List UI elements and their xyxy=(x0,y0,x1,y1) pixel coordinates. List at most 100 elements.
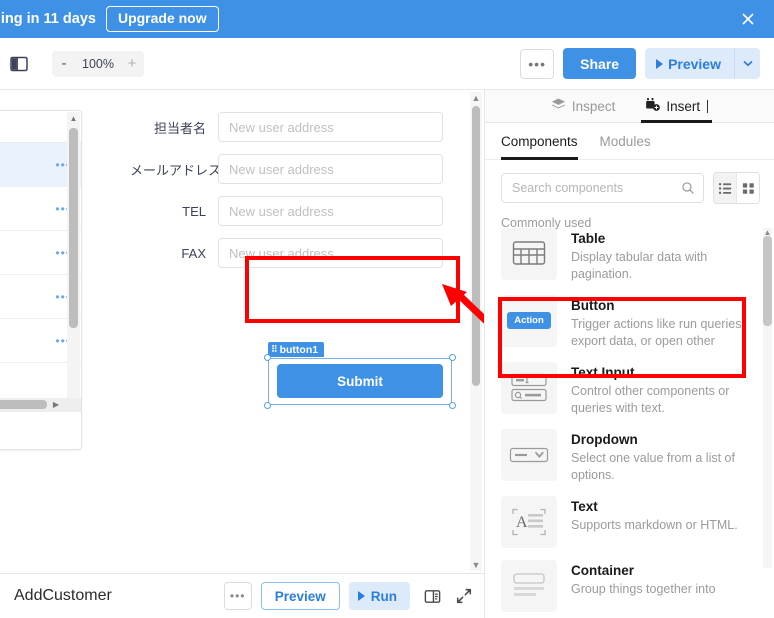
field-label: メールアドレス xyxy=(130,162,222,178)
scrollbar-thumb[interactable] xyxy=(0,400,47,409)
preview-button-label: Preview xyxy=(668,55,721,72)
fax-input[interactable] xyxy=(218,238,443,268)
search-components-box[interactable] xyxy=(501,173,704,203)
component-description: Control other components or queries with… xyxy=(571,384,730,416)
search-input[interactable] xyxy=(502,181,681,195)
subtab-components[interactable]: Components xyxy=(501,123,578,160)
subtab-modules[interactable]: Modules xyxy=(600,123,651,160)
form-field-row: FAX xyxy=(130,238,443,268)
run-button[interactable]: Run xyxy=(348,582,410,610)
query-name-label: AddCustomer xyxy=(14,587,112,604)
scrollbar-thumb[interactable] xyxy=(763,236,772,326)
component-text: Table Display tabular data with paginati… xyxy=(571,228,756,283)
submit-button[interactable]: Submit xyxy=(277,364,443,398)
form-field-row: メールアドレス xyxy=(130,154,443,184)
action-button-icon: Action xyxy=(501,294,557,347)
app-root: ding in 11 days Upgrade now - 100% + •••… xyxy=(0,0,774,618)
left-panel-toggle-icon[interactable] xyxy=(8,53,30,75)
chevron-down-icon[interactable] xyxy=(734,48,760,79)
zoom-in-button[interactable]: + xyxy=(119,50,144,77)
play-icon xyxy=(357,591,365,601)
widget-name-label: button1 xyxy=(279,343,319,356)
component-description: Select one value from a list of options. xyxy=(571,451,735,482)
component-name: Text Input xyxy=(571,364,635,380)
text-input-icon xyxy=(501,361,557,414)
widget-name-tag[interactable]: ⠿ button1 xyxy=(268,342,325,357)
preview-button[interactable]: Preview xyxy=(645,48,734,79)
scroll-up-icon[interactable]: ▲ xyxy=(67,112,80,126)
preview-button-group: Preview xyxy=(645,48,760,79)
field-label: FAX xyxy=(181,245,206,261)
list-view-icon[interactable] xyxy=(714,173,737,203)
bottom-preview-button[interactable]: Preview xyxy=(260,582,340,610)
container-icon xyxy=(501,559,557,612)
resize-handle-bottom-left[interactable] xyxy=(264,402,271,409)
resize-handle-bottom-right[interactable] xyxy=(449,402,456,409)
bottom-bar-actions: ••• Preview Run xyxy=(223,582,474,610)
tab-insert-label: Insert xyxy=(666,98,701,114)
scrollbar-thumb[interactable] xyxy=(69,128,78,328)
field-label: 担当者名 xyxy=(153,120,206,136)
dropdown-icon xyxy=(501,428,557,481)
share-button[interactable]: Share xyxy=(563,48,637,79)
canvas-vertical-scrollbar[interactable]: ▲ ▼ xyxy=(470,92,482,571)
selected-button-widget[interactable]: ⠿ button1 Submit xyxy=(264,342,456,409)
tel-input[interactable] xyxy=(218,196,443,226)
table-widget[interactable]: 日時 22, 20 ••• 19, 20 ••• 19, 20 ••• 19, … xyxy=(0,110,82,450)
table-footer-toolbar xyxy=(0,411,81,449)
right-panel: Inspect Insert Components Modules Search… xyxy=(484,90,774,618)
panel-tabs: Inspect Insert xyxy=(485,90,774,123)
bottom-more-options-button[interactable]: ••• xyxy=(223,582,252,610)
scrollbar-thumb[interactable] xyxy=(472,106,480,386)
component-item-text[interactable]: A Text Supports markdown or HTML. xyxy=(485,490,774,554)
component-text: Button Trigger actions like run queries,… xyxy=(571,295,756,350)
component-name: Table xyxy=(571,231,606,246)
view-mode-toggle xyxy=(713,172,760,204)
component-name: Button xyxy=(571,297,615,313)
customer-form: 担当者名 メールアドレス TEL FAX xyxy=(130,112,443,280)
resize-handle-top-right[interactable] xyxy=(449,354,456,361)
scroll-up-icon[interactable]: ▲ xyxy=(470,92,482,104)
resize-handle-top-left[interactable] xyxy=(264,354,271,361)
scroll-right-icon[interactable]: ▶ xyxy=(49,400,63,409)
table-icon xyxy=(501,228,557,280)
email-input[interactable] xyxy=(218,154,443,184)
panel-subtabs: Components Modules xyxy=(485,123,774,160)
banner-text: ding in 11 days xyxy=(0,11,96,27)
component-item-table[interactable]: Table Display tabular data with paginati… xyxy=(485,222,774,289)
component-text: Text Input Control other components or q… xyxy=(571,362,756,417)
component-item-button[interactable]: Action Button Trigger actions like run q… xyxy=(485,289,774,356)
run-button-label: Run xyxy=(370,588,397,604)
table-horizontal-scrollbar[interactable]: ▶ xyxy=(0,398,81,411)
table-vertical-scrollbar[interactable]: ▲ xyxy=(67,112,80,409)
contact-name-input[interactable] xyxy=(218,112,443,142)
tab-insert[interactable]: Insert xyxy=(641,90,712,123)
close-icon[interactable] xyxy=(738,9,758,29)
app-canvas[interactable]: 日時 22, 20 ••• 19, 20 ••• 19, 20 ••• 19, … xyxy=(0,90,484,573)
drag-handle-icon[interactable]: ⠿ xyxy=(271,344,278,355)
right-panel-toggle-icon[interactable] xyxy=(423,587,442,606)
component-list: Table Display tabular data with paginati… xyxy=(485,222,774,618)
more-options-button[interactable]: ••• xyxy=(520,48,555,79)
tab-inspect[interactable]: Inspect xyxy=(551,90,615,123)
component-item-container[interactable]: Container Group things together into xyxy=(485,554,774,618)
component-item-text-input[interactable]: Text Input Control other components or q… xyxy=(485,356,774,423)
component-description: Display tabular data with pagination. xyxy=(571,250,708,282)
svg-text:A: A xyxy=(516,514,528,531)
panel-vertical-scrollbar[interactable]: ▲ xyxy=(763,228,772,568)
upgrade-now-button[interactable]: Upgrade now xyxy=(105,5,219,33)
expand-icon[interactable] xyxy=(455,587,474,606)
component-item-dropdown[interactable]: Dropdown Select one value from a list of… xyxy=(485,423,774,490)
zoom-out-button[interactable]: - xyxy=(52,50,76,77)
component-description: Trigger actions like run queries, export… xyxy=(571,317,745,349)
zoom-control: - 100% + xyxy=(52,50,144,77)
zoom-level-value: 100% xyxy=(76,50,120,77)
component-text: Container Group things together into xyxy=(571,560,716,598)
component-description: Group things together into xyxy=(571,582,716,597)
component-name: Dropdown xyxy=(571,431,638,447)
layers-icon xyxy=(551,97,566,115)
grid-view-icon[interactable] xyxy=(736,173,759,203)
scroll-down-icon[interactable]: ▼ xyxy=(470,559,482,571)
component-text: Text Supports markdown or HTML. xyxy=(571,496,738,534)
action-chip-label: Action xyxy=(507,312,551,330)
